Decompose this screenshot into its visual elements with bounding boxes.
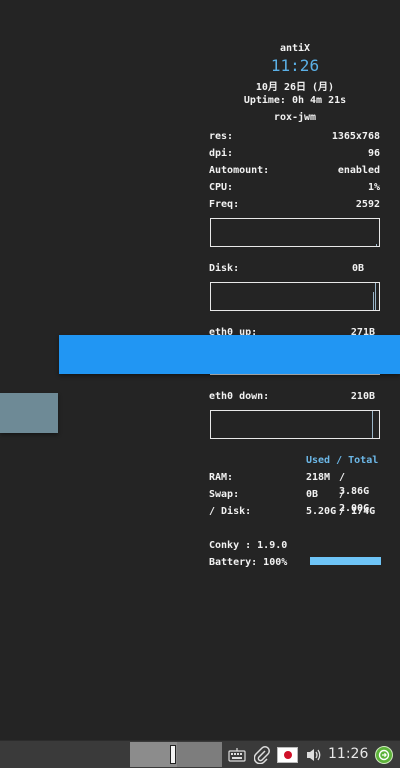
cpu-graph xyxy=(210,218,380,247)
stat-cpu: CPU: 1% xyxy=(209,182,380,193)
usage-ram: RAM: 218M/ 3.86G xyxy=(209,472,370,497)
conky-version: Conky : 1.9.0 xyxy=(209,540,288,551)
taskbar-clock[interactable]: 11:26 xyxy=(328,746,368,762)
disk-row: Disk: 0B xyxy=(209,263,364,274)
usage-disk: / Disk: 5.20G/ 174G xyxy=(209,506,376,517)
conky-date: 10月 26日 (月) xyxy=(255,82,335,93)
pager-desktop-1[interactable] xyxy=(130,742,176,767)
stat-dpi: dpi: 96 xyxy=(209,148,380,159)
stat-freq: Freq: 2592 xyxy=(209,199,380,210)
eth-down-graph xyxy=(210,410,380,439)
conky-hostname: antiX xyxy=(279,43,311,54)
stat-res: res: 1365x768 xyxy=(209,131,380,142)
pager-window xyxy=(170,745,176,764)
eth-down-row: eth0 down: 210B xyxy=(209,391,375,402)
desktop-pager[interactable] xyxy=(130,742,222,767)
paperclip-icon[interactable] xyxy=(252,745,272,765)
battery-bar-fill xyxy=(310,557,381,565)
usage-header: Used / Total xyxy=(306,455,379,466)
taskbar: 11:26 xyxy=(0,740,400,768)
conky-wm: rox-jwm xyxy=(273,112,317,123)
japan-flag-icon[interactable] xyxy=(277,747,298,763)
stat-automount: Automount: enabled xyxy=(209,165,380,176)
volume-icon[interactable] xyxy=(304,745,324,765)
usage-swap: Swap: 0B/ 2.00G xyxy=(209,489,370,514)
pager-desktop-2[interactable] xyxy=(177,742,222,767)
battery-bar xyxy=(310,557,381,565)
dragged-window-bar[interactable] xyxy=(59,335,400,374)
desktop-window-fragment[interactable] xyxy=(0,393,58,433)
keyboard-icon[interactable] xyxy=(227,745,247,765)
conky-uptime: Uptime: 0h 4m 21s xyxy=(243,95,347,106)
power-icon[interactable] xyxy=(375,746,393,764)
disk-graph xyxy=(210,282,380,311)
desktop[interactable]: antiX 11:26 10月 26日 (月) Uptime: 0h 4m 21… xyxy=(0,0,400,740)
conky-clock: 11:26 xyxy=(270,56,320,75)
